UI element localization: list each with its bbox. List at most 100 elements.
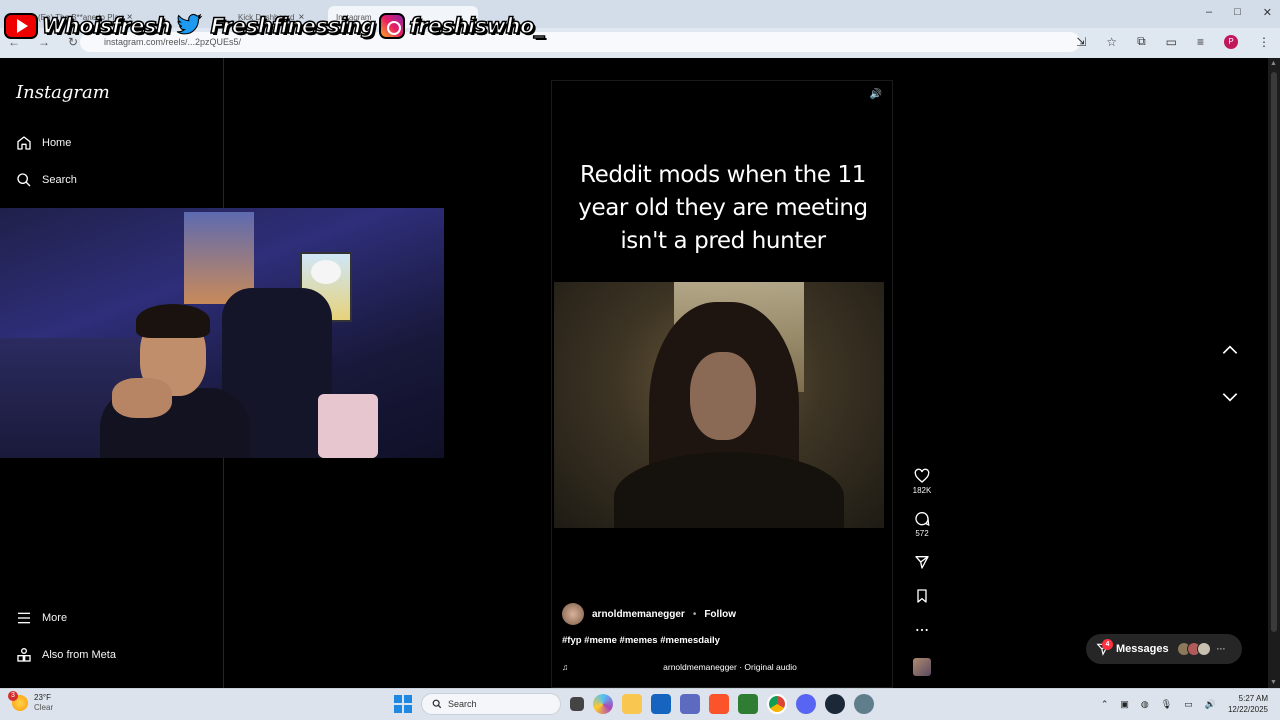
file-explorer-icon[interactable] bbox=[622, 694, 642, 714]
sidebar-item-more[interactable]: More bbox=[16, 610, 67, 626]
messages-button[interactable]: 4 Messages ··· bbox=[1086, 634, 1242, 664]
menu-icon bbox=[18, 612, 30, 624]
volume-icon[interactable]: 🔊 bbox=[1205, 699, 1216, 710]
author-username[interactable]: arnoldmemanegger bbox=[592, 609, 685, 620]
youtube-icon bbox=[4, 13, 38, 39]
copilot-icon[interactable] bbox=[593, 694, 613, 714]
avatar bbox=[1196, 642, 1211, 656]
windows-taskbar: 3 23°F Clear Search ⌃ ▣ ◍ 🎙 ▭ 🔊 5:27 AM bbox=[0, 688, 1280, 720]
microphone-icon[interactable]: 🎙 bbox=[1161, 699, 1172, 710]
reel-video[interactable] bbox=[554, 282, 884, 528]
discord-icon[interactable] bbox=[796, 694, 816, 714]
instagram-logo[interactable]: Instagram bbox=[16, 82, 110, 103]
instagram-icon bbox=[379, 13, 406, 39]
profile-avatar[interactable]: P bbox=[1224, 34, 1238, 49]
reel-hashtags[interactable]: #fyp #meme #memes #memesdaily bbox=[562, 635, 720, 646]
taskbar-search[interactable]: Search bbox=[421, 693, 561, 715]
scroll-up-icon[interactable]: ▲ bbox=[1270, 60, 1277, 67]
search-icon bbox=[17, 173, 31, 187]
search-icon bbox=[432, 699, 442, 709]
audio-thumbnail[interactable] bbox=[906, 658, 938, 676]
more-options-button[interactable] bbox=[906, 622, 938, 640]
settings-gear-icon[interactable] bbox=[854, 694, 874, 714]
ellipsis-icon: ··· bbox=[1216, 644, 1226, 654]
overlay-youtube: Whoisfresh bbox=[4, 13, 172, 39]
music-note-icon: ♫ bbox=[562, 662, 569, 672]
sidebar-item-also-from-meta[interactable]: Also from Meta bbox=[16, 647, 116, 663]
tray-app-icon[interactable]: ▣ bbox=[1120, 699, 1129, 710]
overlay-instagram: freshiswho_ bbox=[379, 13, 545, 39]
weather-desc: Clear bbox=[34, 703, 54, 712]
media-controls-icon[interactable]: ≡ bbox=[1197, 35, 1204, 49]
steam-icon[interactable] bbox=[825, 694, 845, 714]
audio-cover-icon bbox=[913, 658, 931, 676]
previous-reel-chevron-up-icon[interactable] bbox=[1220, 340, 1240, 360]
send-icon bbox=[915, 556, 929, 569]
install-app-icon[interactable]: ⇲ bbox=[1076, 35, 1086, 49]
reel-author: arnoldmemanegger • Follow bbox=[562, 603, 736, 625]
speaker-icon[interactable]: 🔊 bbox=[868, 89, 884, 105]
overlay-twitter: Freshfinessing bbox=[174, 12, 377, 40]
next-reel-chevron-down-icon[interactable] bbox=[1220, 387, 1240, 407]
kebab-menu-icon[interactable]: ⋮ bbox=[1258, 35, 1270, 49]
heart-icon bbox=[914, 468, 930, 483]
overlay-twitter-handle: Freshfinessing bbox=[210, 13, 377, 39]
home-icon bbox=[17, 136, 31, 150]
teams-icon[interactable] bbox=[680, 694, 700, 714]
maximize-icon[interactable]: □ bbox=[1234, 6, 1241, 19]
message-avatars bbox=[1176, 642, 1211, 656]
system-tray: ⌃ ▣ ◍ 🎙 ▭ 🔊 5:27 AM 12/22/2025 bbox=[1101, 693, 1268, 715]
sidebar-item-label: More bbox=[42, 612, 68, 624]
ellipsis-icon bbox=[916, 628, 928, 632]
microsoft-store-icon[interactable] bbox=[651, 694, 671, 714]
sidebar-item-search[interactable]: Search bbox=[16, 172, 77, 188]
bookmark-star-icon[interactable]: ☆ bbox=[1106, 35, 1117, 49]
stream-overlay: Whoisfresh Freshfinessing freshiswho_ bbox=[4, 8, 545, 44]
suitcase bbox=[318, 394, 378, 458]
scrollbar-thumb[interactable] bbox=[1271, 72, 1277, 632]
comment-button[interactable]: 572 bbox=[906, 511, 938, 538]
app-icon[interactable] bbox=[738, 694, 758, 714]
weather-widget[interactable]: 3 23°F Clear bbox=[8, 691, 54, 713]
task-view-icon[interactable] bbox=[570, 697, 584, 711]
weather-temp: 23°F bbox=[34, 693, 51, 702]
sidebar-item-label: Also from Meta bbox=[42, 649, 116, 661]
sidebar-item-label: Home bbox=[42, 137, 72, 149]
extensions-icon[interactable]: ⧉ bbox=[1137, 34, 1146, 49]
brave-icon[interactable] bbox=[709, 694, 729, 714]
share-button[interactable] bbox=[906, 554, 938, 572]
minimize-icon[interactable]: – bbox=[1206, 6, 1212, 19]
twitter-bird-icon bbox=[174, 12, 206, 40]
taskbar-search-label: Search bbox=[448, 699, 477, 709]
sidebar-item-label: Search bbox=[42, 174, 77, 186]
clock-time: 5:27 AM bbox=[1238, 694, 1268, 703]
browser-toolbar: ⇲ ☆ ⧉ ▭ ≡ P ⋮ bbox=[1076, 34, 1270, 49]
scroll-down-icon[interactable]: ▼ bbox=[1270, 679, 1277, 686]
reel-audio[interactable]: ♫ arnoldmemanegger · Original audio bbox=[562, 662, 882, 672]
chrome-icon[interactable] bbox=[767, 694, 787, 714]
messages-badge: 4 bbox=[1102, 639, 1113, 650]
reel-player[interactable]: 🔊 Reddit mods when the 11 year old they … bbox=[551, 80, 893, 688]
tray-app-icon[interactable]: ◍ bbox=[1141, 699, 1149, 710]
save-button[interactable] bbox=[906, 588, 938, 606]
audio-track-label: arnoldmemanegger · Original audio bbox=[663, 662, 797, 672]
like-button[interactable]: 182K bbox=[906, 468, 938, 495]
clock[interactable]: 5:27 AM 12/22/2025 bbox=[1228, 693, 1268, 715]
meta-icon bbox=[17, 648, 31, 662]
separator-dot: • bbox=[692, 608, 697, 620]
windows-start-icon[interactable] bbox=[394, 695, 412, 713]
close-window-icon[interactable]: ✕ bbox=[1263, 6, 1272, 19]
sidebar-item-home[interactable]: Home bbox=[16, 135, 71, 151]
follow-button[interactable]: Follow bbox=[704, 609, 736, 620]
author-avatar[interactable] bbox=[562, 603, 584, 625]
streamer bbox=[100, 304, 250, 458]
comment-icon bbox=[915, 512, 930, 527]
chevron-up-icon[interactable]: ⌃ bbox=[1101, 699, 1109, 710]
split-view-icon[interactable]: ▭ bbox=[1166, 35, 1177, 49]
weather-badge: 3 bbox=[8, 691, 18, 701]
overlay-instagram-handle: freshiswho_ bbox=[408, 13, 545, 39]
bookmark-icon bbox=[917, 589, 927, 603]
page-scrollbar[interactable]: ▲ ▼ bbox=[1268, 58, 1280, 688]
weather-sun-icon: 3 bbox=[8, 691, 28, 711]
network-icon[interactable]: ▭ bbox=[1184, 699, 1193, 710]
